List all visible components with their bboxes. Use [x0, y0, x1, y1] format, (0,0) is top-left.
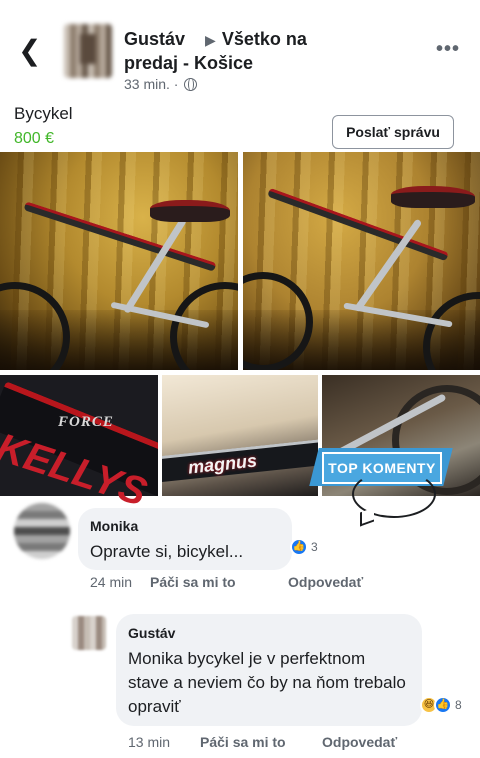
post-author-line: Gustáv ▶ Všetko na predaj - Košice: [124, 28, 424, 75]
like-icon: 👍: [290, 538, 308, 556]
post-time[interactable]: 33 min. ·: [124, 76, 178, 92]
comment-actions: 13 min Páči sa mi to Odpovedať: [0, 734, 480, 754]
comment-time: 24 min: [90, 574, 133, 590]
speech-bubble-tail: [360, 507, 374, 527]
avatar[interactable]: [64, 24, 112, 78]
reaction-count: 8: [455, 698, 462, 712]
reply-link[interactable]: Odpovedať: [322, 734, 397, 750]
comment-actions: 24 min Páči sa mi to Odpovedať: [0, 574, 480, 594]
avatar[interactable]: [72, 616, 106, 650]
comment-author[interactable]: Monika: [90, 518, 138, 534]
more-options-icon[interactable]: •••: [436, 38, 460, 61]
listing-photo-4[interactable]: [162, 375, 318, 496]
globe-icon: [184, 78, 198, 91]
group-name-part1[interactable]: Všetko na: [222, 29, 307, 49]
comment-time: 13 min: [128, 734, 171, 750]
comment-text: Monika bycykel je v perfektnom stave a n…: [128, 649, 406, 716]
listing-photo-1[interactable]: [0, 152, 238, 370]
post-header: ❮ Gustáv ▶ Všetko na predaj - Košice 33 mi…: [0, 0, 480, 100]
like-link[interactable]: Páči sa mi to: [150, 574, 236, 590]
back-arrow-icon[interactable]: ❮: [18, 36, 42, 66]
like-icon: 👍: [434, 696, 452, 714]
reaction-count: 3: [311, 540, 318, 554]
like-link[interactable]: Páči sa mi to: [200, 734, 286, 750]
listing-photo-2[interactable]: [243, 152, 480, 370]
reaction-summary[interactable]: 👍 3: [290, 538, 318, 556]
avatar[interactable]: [14, 503, 70, 559]
reaction-summary[interactable]: 😆 👍 8: [420, 696, 462, 714]
reply-link[interactable]: Odpovedať: [288, 574, 363, 590]
author-name[interactable]: Gustáv: [124, 29, 185, 49]
post-meta: 33 min. ·: [124, 76, 198, 92]
comment-text: Opravte si, bicykel...: [90, 542, 244, 561]
bike-seat: [150, 200, 230, 222]
listing-title: Bycykel: [14, 104, 73, 123]
listing-price: 800 €: [14, 130, 55, 147]
triangle-arrow-icon: ▶: [205, 32, 216, 48]
force-decal-text: FORCE: [58, 414, 114, 430]
group-name-part2[interactable]: predaj - Košice: [124, 53, 253, 73]
send-message-button[interactable]: Poslať správu: [332, 115, 454, 149]
bike-seat: [391, 186, 475, 208]
comment-author[interactable]: Gustáv: [128, 625, 175, 641]
